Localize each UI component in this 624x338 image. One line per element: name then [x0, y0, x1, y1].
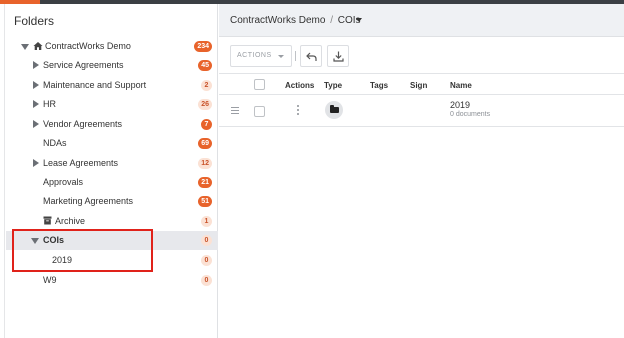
tree-item-w9[interactable]: W9 0	[6, 271, 218, 290]
count-badge: 7	[201, 119, 212, 130]
table-header: Actions Type Tags Sign Name	[219, 73, 624, 95]
column-header-sign[interactable]: Sign	[410, 81, 427, 90]
column-header-name[interactable]: Name	[450, 81, 472, 90]
tree-item-lease-agreements[interactable]: Lease Agreements 12	[6, 154, 218, 173]
column-header-type[interactable]: Type	[324, 81, 342, 90]
count-badge: 69	[198, 138, 212, 149]
tree-item-label: NDAs	[43, 138, 67, 148]
caret-down-icon	[278, 55, 284, 58]
tree-item-service-agreements[interactable]: Service Agreements 45	[6, 56, 218, 75]
caret-right-icon[interactable]	[33, 120, 39, 128]
count-badge: 12	[198, 158, 212, 169]
download-button[interactable]	[327, 45, 349, 67]
tree-item-label: Archive	[55, 216, 86, 226]
caret-right-icon[interactable]	[33, 159, 39, 167]
undo-arrow-icon	[306, 52, 317, 61]
tree-item-label: Approvals	[43, 177, 84, 187]
tree-item-hr[interactable]: HR 26	[6, 95, 218, 114]
table-row[interactable]: 2019 0 documents	[219, 96, 624, 127]
row-name[interactable]: 2019	[450, 100, 470, 110]
chevron-down-icon[interactable]	[356, 18, 362, 22]
folders-sidebar: Folders ContractWorks Demo 234 Service A…	[4, 4, 218, 338]
column-header-actions[interactable]: Actions	[285, 81, 314, 90]
row-checkbox[interactable]	[254, 106, 265, 117]
row-document-count: 0 documents	[450, 111, 491, 118]
actions-button-label: ACTIONS	[237, 52, 272, 59]
tree-item-label: W9	[43, 275, 57, 285]
select-all-checkbox[interactable]	[254, 79, 265, 90]
tree-item-label: Vendor Agreements	[43, 119, 123, 129]
column-header-tags[interactable]: Tags	[370, 81, 388, 90]
tree-item-contractworks-demo[interactable]: ContractWorks Demo 234	[6, 37, 218, 56]
archive-box-icon	[43, 216, 52, 225]
kebab-menu-icon[interactable]	[297, 105, 300, 118]
toolbar-divider	[295, 51, 296, 61]
sidebar-title: Folders	[14, 14, 55, 28]
count-badge: 0	[201, 255, 212, 266]
tree-item-marketing-agreements[interactable]: Marketing Agreements 51	[6, 192, 218, 211]
folder-icon	[325, 101, 343, 119]
actions-dropdown-button[interactable]: ACTIONS	[230, 45, 292, 67]
tree-item-approvals[interactable]: Approvals 21	[6, 173, 218, 192]
count-badge: 2	[201, 80, 212, 91]
home-icon	[33, 42, 43, 50]
breadcrumb: ContractWorks Demo / COIs	[230, 15, 361, 26]
tree-item-ndas[interactable]: NDAs 69	[6, 134, 218, 153]
count-badge: 1	[201, 216, 212, 227]
tree-item-maintenance-and-support[interactable]: Maintenance and Support 2	[6, 76, 218, 95]
count-badge: 21	[198, 177, 212, 188]
undo-button[interactable]	[300, 45, 322, 67]
count-badge: 234	[194, 41, 212, 52]
caret-right-icon[interactable]	[33, 81, 39, 89]
count-badge: 26	[198, 99, 212, 110]
tree-item-label: ContractWorks Demo	[45, 41, 131, 51]
tree-item-label: Maintenance and Support	[43, 80, 147, 90]
drag-handle-icon[interactable]	[231, 107, 239, 114]
count-badge: 0	[201, 275, 212, 286]
highlight-annotation-box	[12, 229, 153, 272]
count-badge: 51	[198, 196, 212, 207]
tree-item-label: Lease Agreements	[43, 158, 119, 168]
main-panel: ContractWorks Demo / COIs ACTIONS Action…	[219, 4, 624, 338]
breadcrumb-separator: /	[330, 15, 333, 26]
breadcrumb-header: ContractWorks Demo / COIs	[219, 4, 624, 37]
caret-right-icon[interactable]	[33, 100, 39, 108]
count-badge: 45	[198, 60, 212, 71]
count-badge: 0	[201, 235, 212, 246]
tree-item-label: Marketing Agreements	[43, 196, 134, 206]
caret-right-icon[interactable]	[33, 61, 39, 69]
tree-item-vendor-agreements[interactable]: Vendor Agreements 7	[6, 115, 218, 134]
caret-down-icon[interactable]	[21, 44, 29, 50]
tree-item-label: Service Agreements	[43, 60, 124, 70]
breadcrumb-root[interactable]: ContractWorks Demo	[230, 15, 325, 26]
tree-item-label: HR	[43, 99, 56, 109]
download-icon	[333, 51, 344, 62]
